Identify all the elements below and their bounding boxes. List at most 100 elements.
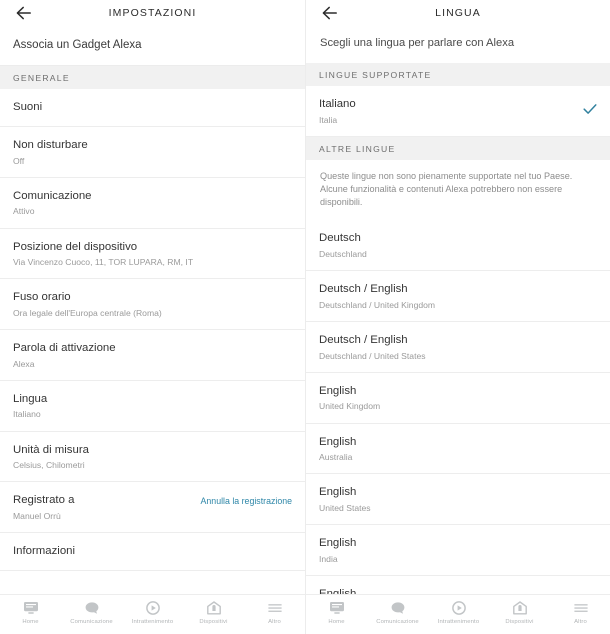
language-row-english-au[interactable]: English Australia bbox=[306, 424, 610, 475]
row-subtitle: Italiano bbox=[13, 409, 41, 420]
section-header-altre-lingue: ALTRE LINGUE bbox=[306, 136, 610, 160]
play-circle-icon bbox=[451, 599, 467, 616]
language-row-deutsch-english-uk[interactable]: Deutsch / English Deutschland / United K… bbox=[306, 271, 610, 323]
language-row-italiano[interactable]: Italiano Italia bbox=[306, 86, 610, 137]
settings-row-parola-attivazione[interactable]: Parola di attivazione Alexa bbox=[0, 330, 305, 381]
row-subtitle: United States bbox=[319, 502, 371, 513]
row-title: Lingua bbox=[13, 392, 48, 405]
hamburger-menu-icon bbox=[573, 599, 589, 616]
row-subtitle: Ora legale dell'Europa centrale (Roma) bbox=[13, 307, 162, 318]
nav-item-home[interactable]: Home bbox=[0, 599, 61, 625]
row-title: English bbox=[319, 435, 357, 448]
settings-row-informazioni[interactable]: Informazioni bbox=[0, 533, 305, 572]
row-subtitle: Via Vincenzo Cuoco, 11, TOR LUPARA, RM, … bbox=[13, 257, 194, 268]
nav-label: Comunicazione bbox=[376, 618, 419, 625]
settings-header: IMPOSTAZIONI bbox=[0, 0, 305, 26]
nav-item-comunicazione[interactable]: Comunicazione bbox=[367, 599, 428, 625]
language-description: Scegli una lingua per parlare con Alexa bbox=[320, 37, 515, 49]
home-screen-icon bbox=[23, 599, 39, 616]
row-title: Deutsch / English bbox=[319, 283, 408, 296]
nav-item-intrattenimento[interactable]: Intrattenimento bbox=[122, 599, 183, 625]
nav-item-altro[interactable]: Altro bbox=[244, 599, 305, 625]
row-title: Unità di misura bbox=[13, 443, 89, 456]
settings-row-posizione-dispositivo[interactable]: Posizione del dispositivo Via Vincenzo C… bbox=[0, 229, 305, 280]
arrow-left-icon bbox=[16, 6, 32, 20]
device-house-icon bbox=[206, 599, 222, 616]
nav-item-dispositivi[interactable]: Dispositivi bbox=[489, 599, 550, 625]
row-title: English bbox=[319, 384, 357, 397]
row-title: Deutsch / English bbox=[319, 334, 408, 347]
language-page-title: LINGUA bbox=[435, 7, 481, 19]
settings-row-suoni[interactable]: Suoni bbox=[0, 89, 305, 127]
unsupported-languages-notice: Queste lingue non sono pienamente suppor… bbox=[320, 170, 573, 207]
back-button[interactable] bbox=[319, 2, 341, 24]
row-title: Parola di attivazione bbox=[13, 342, 116, 355]
settings-panel: IMPOSTAZIONI Associa un Gadget Alexa GEN… bbox=[0, 0, 305, 634]
speech-bubble-icon bbox=[390, 599, 406, 616]
language-row-english-uk[interactable]: English United Kingdom bbox=[306, 373, 610, 424]
section-header-lingue-supportate: LINGUE SUPPORTATE bbox=[306, 63, 610, 86]
row-subtitle: India bbox=[319, 553, 338, 564]
nav-label: Home bbox=[22, 618, 39, 625]
row-subtitle: Italia bbox=[319, 114, 338, 125]
row-subtitle: Deutschland / United Kingdom bbox=[319, 299, 436, 310]
row-title: Informazioni bbox=[13, 545, 76, 558]
section-header-generale: GENERALE bbox=[0, 66, 305, 89]
hamburger-menu-icon bbox=[267, 599, 283, 616]
supported-languages-list: Italiano Italia bbox=[306, 86, 610, 137]
row-title: Fuso orario bbox=[13, 291, 71, 304]
play-circle-icon bbox=[145, 599, 161, 616]
row-subtitle: Australia bbox=[319, 452, 353, 463]
language-row-english-in[interactable]: English India bbox=[306, 525, 610, 576]
row-title: English bbox=[319, 537, 357, 550]
bottom-navigation-right: Home Comunicazione Intrattenimento Dispo… bbox=[306, 594, 610, 634]
nav-item-comunicazione[interactable]: Comunicazione bbox=[61, 599, 122, 625]
device-house-icon bbox=[512, 599, 528, 616]
settings-row-non-disturbare[interactable]: Non disturbare Off bbox=[0, 127, 305, 178]
row-title: Deutsch bbox=[319, 232, 361, 245]
pair-alexa-gadget-item[interactable]: Associa un Gadget Alexa bbox=[0, 26, 305, 65]
row-subtitle: Alexa bbox=[13, 358, 35, 369]
row-subtitle: Celsius, Chilometri bbox=[13, 460, 85, 471]
nav-label: Intrattenimento bbox=[437, 618, 480, 625]
row-subtitle: Manuel Orrù bbox=[13, 510, 61, 521]
settings-list: Suoni Non disturbare Off Comunicazione A… bbox=[0, 89, 305, 612]
row-title: Comunicazione bbox=[13, 189, 92, 202]
row-subtitle: Deutschland bbox=[319, 249, 367, 260]
deregister-link[interactable]: Annulla la registrazione bbox=[201, 496, 292, 506]
row-subtitle: Off bbox=[13, 155, 25, 166]
nav-label: Altro bbox=[574, 618, 587, 625]
row-subtitle: United Kingdom bbox=[319, 401, 381, 412]
row-title: English bbox=[319, 486, 357, 499]
row-subtitle: Attivo bbox=[13, 206, 35, 217]
nav-item-altro[interactable]: Altro bbox=[550, 599, 610, 625]
language-panel: LINGUA Scegli una lingua per parlare con… bbox=[305, 0, 610, 634]
row-title: Non disturbare bbox=[13, 139, 88, 151]
nav-item-home[interactable]: Home bbox=[306, 599, 367, 625]
speech-bubble-icon bbox=[84, 599, 100, 616]
dual-screenshot-container: IMPOSTAZIONI Associa un Gadget Alexa GEN… bbox=[0, 0, 610, 634]
nav-item-dispositivi[interactable]: Dispositivi bbox=[183, 599, 244, 625]
settings-row-lingua[interactable]: Lingua Italiano bbox=[0, 381, 305, 432]
nav-label: Home bbox=[328, 618, 345, 625]
home-screen-icon bbox=[329, 599, 345, 616]
settings-row-registrato-a[interactable]: Registrato a Manuel Orrù Annulla la regi… bbox=[0, 482, 305, 534]
nav-item-intrattenimento[interactable]: Intrattenimento bbox=[428, 599, 489, 625]
settings-row-comunicazione[interactable]: Comunicazione Attivo bbox=[0, 178, 305, 229]
nav-label: Dispositivi bbox=[505, 618, 534, 625]
back-button[interactable] bbox=[13, 2, 35, 24]
settings-row-unita-misura[interactable]: Unità di misura Celsius, Chilometri bbox=[0, 432, 305, 483]
language-row-deutsch-english-us[interactable]: Deutsch / English Deutschland / United S… bbox=[306, 322, 610, 373]
checkmark-icon bbox=[582, 101, 598, 117]
nav-label: Comunicazione bbox=[70, 618, 113, 625]
language-header: LINGUA bbox=[306, 0, 610, 26]
nav-label: Intrattenimento bbox=[131, 618, 174, 625]
row-subtitle: Deutschland / United States bbox=[319, 350, 426, 361]
arrow-left-icon bbox=[322, 6, 338, 20]
language-row-english-us[interactable]: English United States bbox=[306, 474, 610, 526]
nav-label: Altro bbox=[268, 618, 281, 625]
settings-row-fuso-orario[interactable]: Fuso orario Ora legale dell'Europa centr… bbox=[0, 279, 305, 331]
row-title: Suoni bbox=[13, 101, 43, 113]
bottom-navigation-left: Home Comunicazione Intrattenimento Dispo… bbox=[0, 594, 305, 634]
language-row-deutsch-de[interactable]: Deutsch Deutschland bbox=[306, 220, 610, 272]
